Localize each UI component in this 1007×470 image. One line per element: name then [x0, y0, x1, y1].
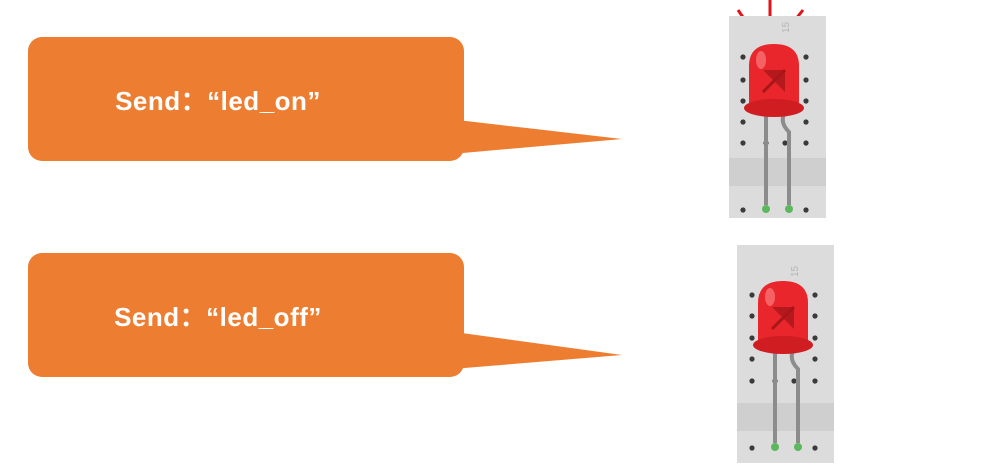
callout-on-tail: [440, 118, 622, 155]
column-label: 15: [781, 21, 792, 33]
callout-led-off: Send：“led_off”: [28, 253, 464, 377]
column-label: 15: [790, 265, 801, 277]
callout-led-on: Send：“led_on”: [28, 37, 464, 161]
callout-off-tail: [440, 330, 622, 370]
breadboard-led-on: 15: [727, 0, 827, 220]
callout-led-off-label: Send：“led_off”: [114, 301, 322, 332]
led-icon: [744, 44, 804, 117]
callout-led-on-label: Send：“led_on”: [115, 85, 321, 116]
breadboard-led-off: 15: [736, 243, 836, 465]
led-icon: [753, 281, 813, 354]
